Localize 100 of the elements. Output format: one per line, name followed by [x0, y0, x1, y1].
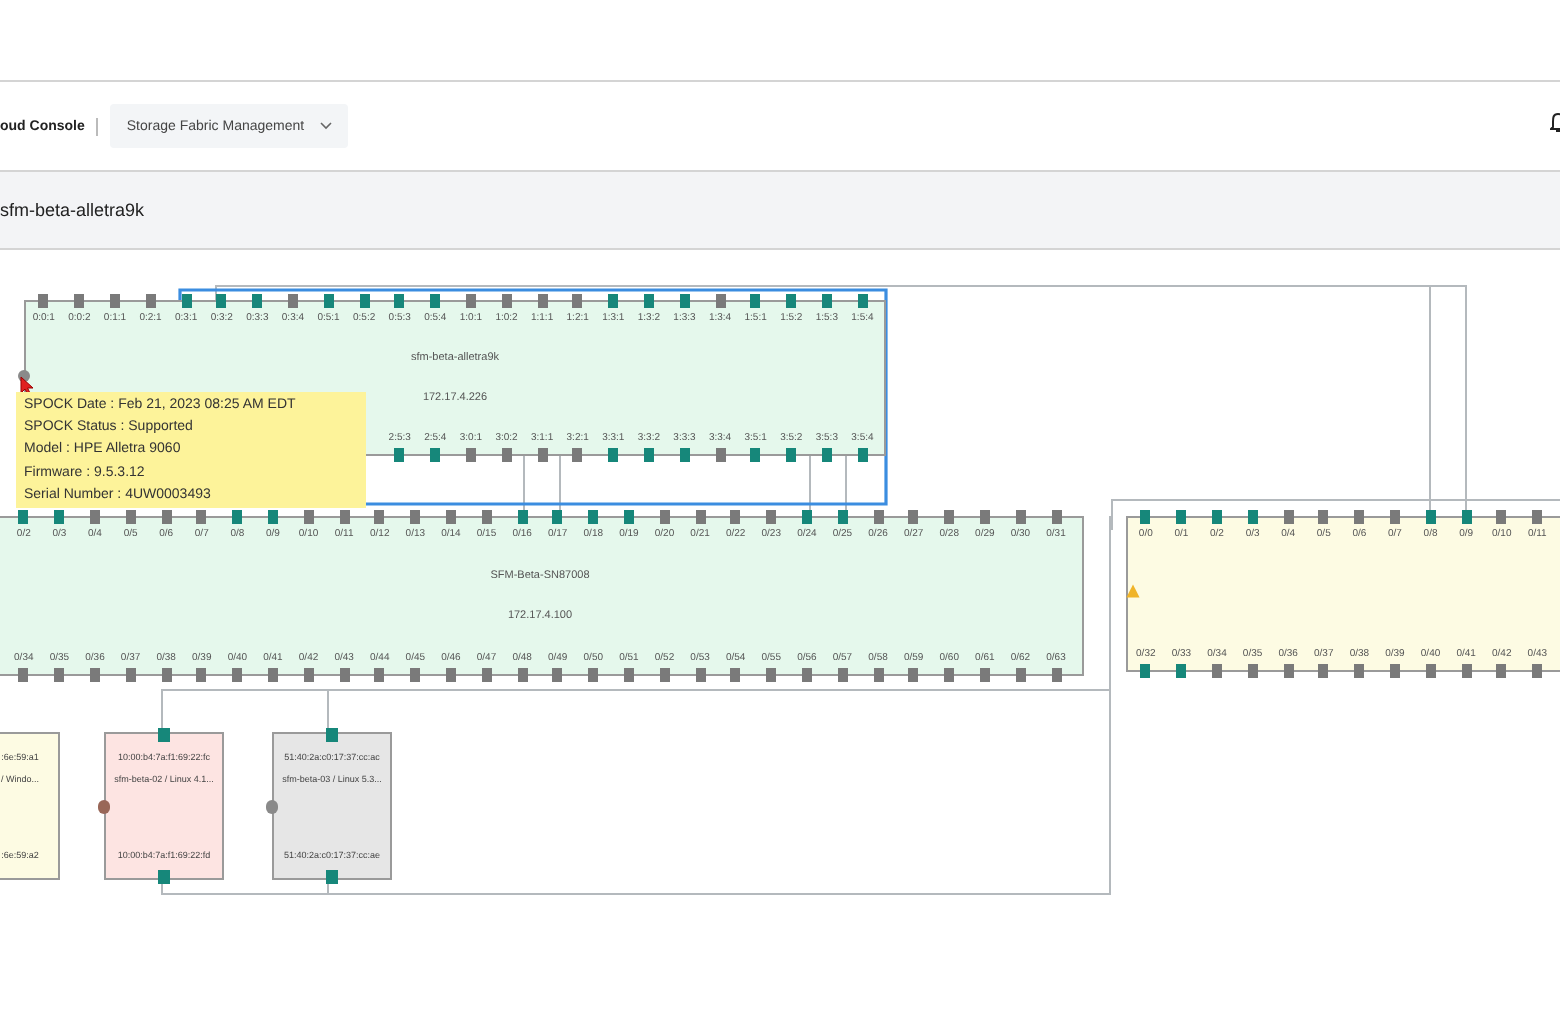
port-icon[interactable]	[38, 294, 49, 308]
port-icon[interactable]	[750, 448, 761, 462]
port-icon[interactable]	[501, 448, 512, 462]
port-icon[interactable]	[394, 294, 405, 308]
port-icon[interactable]	[1211, 510, 1222, 524]
port-icon[interactable]	[517, 668, 528, 682]
port-icon[interactable]	[1283, 664, 1294, 678]
port-icon[interactable]	[410, 668, 421, 682]
port-icon[interactable]	[588, 510, 599, 524]
port-icon[interactable]	[287, 294, 298, 308]
port-icon[interactable]	[588, 668, 599, 682]
port-icon[interactable]	[374, 668, 385, 682]
port-icon[interactable]	[908, 668, 919, 682]
port-icon[interactable]	[572, 448, 583, 462]
port-icon[interactable]	[1354, 664, 1365, 678]
port-icon[interactable]	[944, 668, 955, 682]
port-icon[interactable]	[643, 448, 654, 462]
port-icon[interactable]	[501, 294, 512, 308]
port-icon[interactable]	[821, 448, 832, 462]
device-node[interactable]	[0, 516, 1084, 676]
port-icon[interactable]	[339, 510, 350, 524]
port-icon[interactable]	[679, 294, 690, 308]
port-icon[interactable]	[1140, 510, 1151, 524]
port-icon[interactable]	[125, 668, 136, 682]
port-icon[interactable]	[54, 510, 65, 524]
port-icon[interactable]	[196, 510, 207, 524]
port-icon[interactable]	[445, 510, 456, 524]
port-icon[interactable]	[801, 668, 812, 682]
port-icon[interactable]	[232, 668, 243, 682]
port-icon[interactable]	[643, 294, 654, 308]
port-icon[interactable]	[786, 448, 797, 462]
port-icon[interactable]	[552, 668, 563, 682]
port-icon[interactable]	[232, 510, 243, 524]
port-icon[interactable]	[766, 510, 777, 524]
port-icon[interactable]	[944, 510, 955, 524]
port-icon[interactable]	[89, 510, 100, 524]
port-icon[interactable]	[1140, 664, 1151, 678]
port-icon[interactable]	[1461, 664, 1472, 678]
port-icon[interactable]	[1283, 510, 1294, 524]
port-icon[interactable]	[821, 294, 832, 308]
port-icon[interactable]	[161, 668, 172, 682]
port-icon[interactable]	[303, 510, 314, 524]
port-icon[interactable]	[1015, 510, 1026, 524]
port-icon[interactable]	[1532, 510, 1543, 524]
port-icon[interactable]	[873, 668, 884, 682]
port-icon[interactable]	[54, 668, 65, 682]
port-icon[interactable]	[552, 510, 563, 524]
port-icon[interactable]	[430, 294, 441, 308]
port-icon[interactable]	[1176, 664, 1187, 678]
port-icon[interactable]	[359, 294, 370, 308]
port-icon[interactable]	[873, 510, 884, 524]
port-icon[interactable]	[857, 294, 868, 308]
port-icon[interactable]	[181, 294, 192, 308]
port-icon[interactable]	[979, 510, 990, 524]
port-icon[interactable]	[730, 668, 741, 682]
port-icon[interactable]	[445, 668, 456, 682]
port-icon[interactable]	[145, 294, 156, 308]
port-icon[interactable]	[394, 448, 405, 462]
port-icon[interactable]	[1389, 510, 1400, 524]
port-icon[interactable]	[1425, 664, 1436, 678]
port-icon[interactable]	[89, 668, 100, 682]
port-icon[interactable]	[267, 510, 278, 524]
port-icon[interactable]	[465, 448, 476, 462]
port-icon[interactable]	[623, 510, 634, 524]
port-icon[interactable]	[679, 448, 690, 462]
port-icon[interactable]	[374, 510, 385, 524]
port-icon[interactable]	[1389, 664, 1400, 678]
port-icon[interactable]	[659, 510, 670, 524]
port-icon[interactable]	[659, 668, 670, 682]
port-icon[interactable]	[1318, 664, 1329, 678]
port-icon[interactable]	[109, 294, 120, 308]
port-icon[interactable]	[303, 668, 314, 682]
port-icon[interactable]	[1354, 510, 1365, 524]
port-icon[interactable]	[1015, 668, 1026, 682]
port-icon[interactable]	[339, 668, 350, 682]
port-icon[interactable]	[837, 668, 848, 682]
port-icon[interactable]	[161, 510, 172, 524]
port-icon[interactable]	[572, 294, 583, 308]
port-icon[interactable]	[465, 294, 476, 308]
port-icon[interactable]	[1532, 664, 1543, 678]
port-icon[interactable]	[537, 448, 548, 462]
port-icon[interactable]	[1247, 664, 1258, 678]
port-icon[interactable]	[1461, 510, 1472, 524]
port-icon[interactable]	[125, 510, 136, 524]
port-icon[interactable]	[18, 510, 29, 524]
port-icon[interactable]	[410, 510, 421, 524]
port-icon[interactable]	[730, 510, 741, 524]
port-icon[interactable]	[267, 668, 278, 682]
port-icon[interactable]	[979, 668, 990, 682]
port-icon[interactable]	[1425, 510, 1436, 524]
port-icon[interactable]	[1176, 510, 1187, 524]
port-icon[interactable]	[196, 668, 207, 682]
port-icon[interactable]	[1496, 664, 1507, 678]
port-icon[interactable]	[481, 668, 492, 682]
port-icon[interactable]	[1247, 510, 1258, 524]
port-icon[interactable]	[1051, 668, 1061, 682]
port-icon[interactable]	[750, 294, 761, 308]
port-icon[interactable]	[766, 668, 777, 682]
port-icon[interactable]	[857, 448, 868, 462]
port-icon[interactable]	[323, 294, 334, 308]
